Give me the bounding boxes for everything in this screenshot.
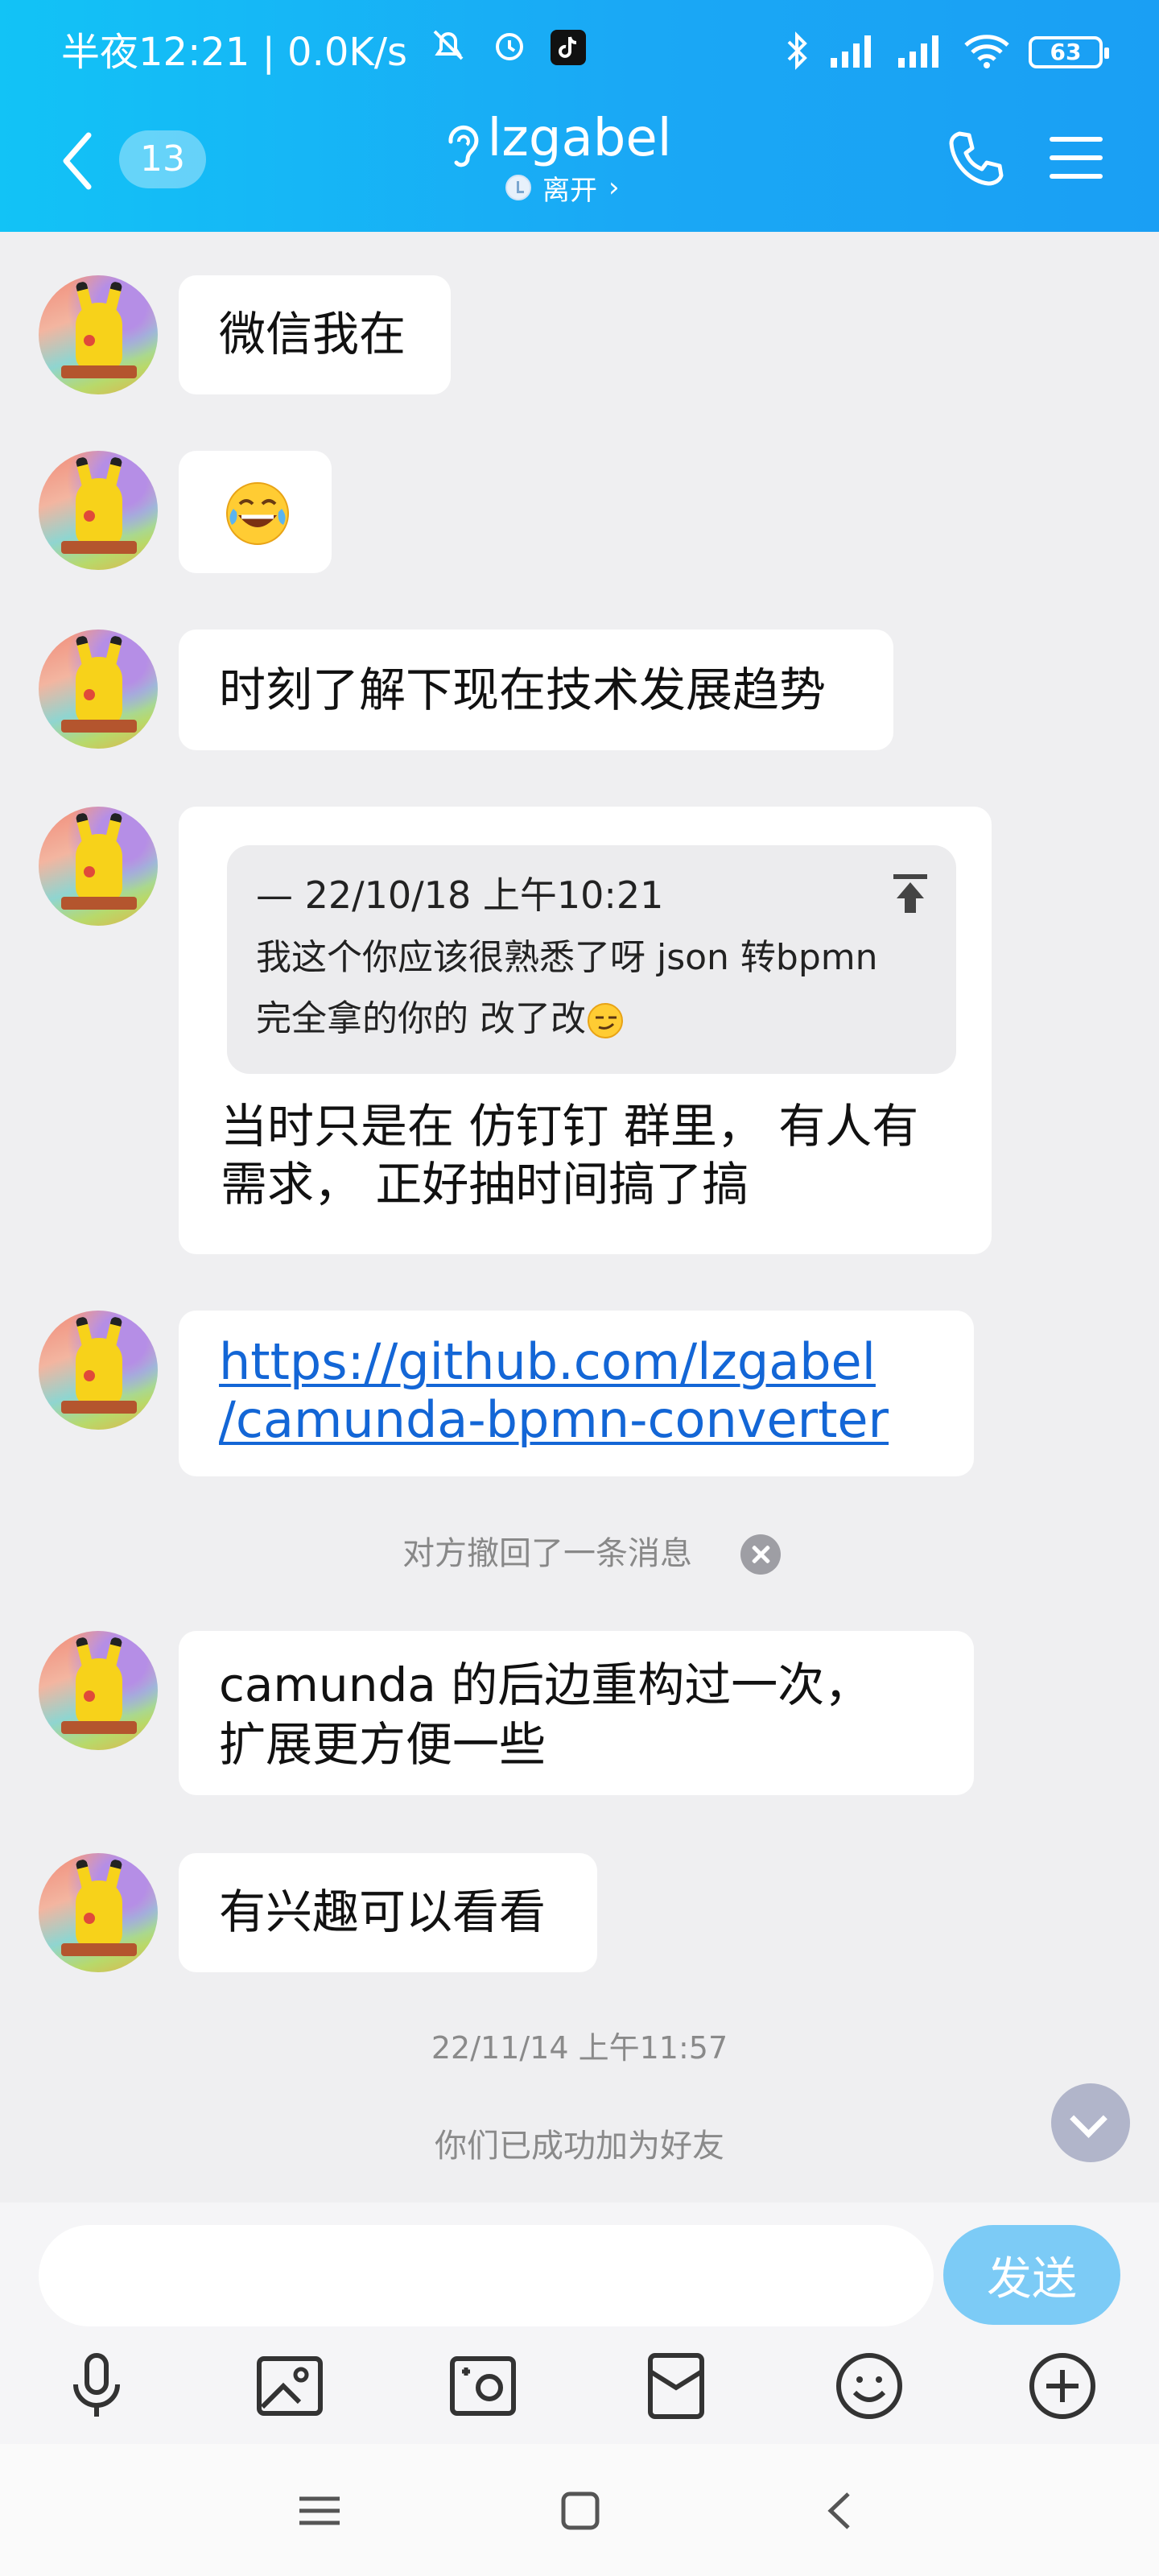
phone-icon[interactable] bbox=[947, 129, 1006, 188]
message-text: 时刻了解下现在技术发展趋势 bbox=[219, 663, 827, 717]
scroll-down-button[interactable] bbox=[1051, 2083, 1130, 2162]
chat-header: 半夜12:21 | 0.0K/s 63 13 lzgabel 离开 › bbox=[0, 0, 1159, 232]
quote-meta: — 22/10/18 上午10:21 bbox=[256, 873, 664, 917]
message-text: 微信我在 bbox=[219, 307, 406, 361]
message-bubble[interactable] bbox=[179, 451, 332, 573]
avatar[interactable] bbox=[39, 1853, 158, 1972]
bluetooth-icon bbox=[786, 31, 810, 74]
send-button[interactable]: 发送 bbox=[943, 2225, 1120, 2325]
avatar[interactable] bbox=[39, 630, 158, 749]
red-packet-icon[interactable] bbox=[637, 2347, 715, 2425]
camera-icon[interactable] bbox=[444, 2347, 522, 2425]
message-text-line: camunda 的后边重构过一次， bbox=[219, 1657, 872, 1712]
emoji-icon[interactable] bbox=[831, 2347, 908, 2425]
message-text-line: 当时只是在 仿钉钉 群里， 有人有 bbox=[221, 1099, 919, 1154]
recalled-message-notice: 对方撤回了一条消息 bbox=[0, 1530, 1159, 1578]
menu-icon[interactable] bbox=[291, 2483, 348, 2539]
message-bubble[interactable]: 有兴趣可以看看 bbox=[179, 1853, 597, 1972]
avatar[interactable] bbox=[39, 807, 158, 926]
clock-icon bbox=[505, 175, 531, 200]
system-nav-bar bbox=[0, 2444, 1159, 2576]
message-bubble[interactable]: camunda 的后边重构过一次， 扩展更方便一些 bbox=[179, 1631, 974, 1795]
quote-text-line: 我这个你应该很熟悉了呀 json 转bpmn bbox=[256, 937, 878, 978]
image-icon[interactable] bbox=[251, 2347, 328, 2425]
alarm-icon bbox=[489, 24, 530, 80]
message-bubble[interactable]: https://github.com/lzgabel /camunda-bpmn… bbox=[179, 1311, 974, 1476]
github-link[interactable]: https://github.com/lzgabel bbox=[219, 1333, 934, 1391]
menu-icon[interactable] bbox=[1050, 134, 1103, 182]
contact-name[interactable]: lzgabel bbox=[488, 106, 672, 171]
avatar[interactable] bbox=[39, 451, 158, 570]
quote-text-line: 完全拿的你的 改了改 bbox=[256, 998, 586, 1039]
wifi-icon bbox=[963, 32, 1011, 72]
signal-icon bbox=[827, 32, 877, 72]
status-bar: 半夜12:21 | 0.0K/s 63 bbox=[0, 24, 1159, 80]
laughing-tears-emoji-icon bbox=[226, 482, 289, 545]
recall-text: 对方撤回了一条消息 bbox=[402, 1535, 692, 1572]
presence-label: 离开 bbox=[542, 174, 597, 207]
microphone-icon[interactable] bbox=[58, 2347, 135, 2425]
avatar[interactable] bbox=[39, 1311, 158, 1430]
avatar[interactable] bbox=[39, 1631, 158, 1750]
chat-timestamp: 22/11/14 上午11:57 bbox=[431, 2030, 728, 2066]
message-text: 有兴趣可以看看 bbox=[219, 1885, 547, 1939]
signal-icon bbox=[895, 32, 945, 72]
battery-level: 63 bbox=[1050, 39, 1082, 65]
network-speed: 0.0K/s bbox=[287, 30, 408, 75]
home-icon[interactable] bbox=[552, 2483, 608, 2539]
friend-added-notice: 你们已成功加为好友 bbox=[435, 2128, 724, 2165]
close-icon[interactable] bbox=[740, 1534, 781, 1575]
github-link[interactable]: /camunda-bpmn-converter bbox=[219, 1391, 934, 1449]
smirk-emoji-icon bbox=[588, 1003, 623, 1038]
status-time: 半夜12:21 bbox=[61, 30, 250, 75]
quoted-message[interactable]: — 22/10/18 上午10:21 我这个你应该很熟悉了呀 json 转bpm… bbox=[227, 845, 956, 1074]
message-bubble[interactable]: 微信我在 bbox=[179, 275, 451, 394]
message-text-line: 需求， 正好抽时间搞了搞 bbox=[221, 1157, 749, 1212]
message-input[interactable] bbox=[39, 2225, 934, 2326]
presence-status[interactable]: 离开 › bbox=[505, 169, 620, 207]
composer-toolbar bbox=[0, 2347, 1159, 2436]
mute-icon bbox=[428, 24, 468, 80]
message-text-line: 扩展更方便一些 bbox=[219, 1717, 547, 1772]
back-icon[interactable] bbox=[813, 2483, 869, 2539]
avatar[interactable] bbox=[39, 275, 158, 394]
message-bubble[interactable]: 时刻了解下现在技术发展趋势 bbox=[179, 630, 893, 750]
plus-icon[interactable] bbox=[1024, 2347, 1101, 2425]
tiktok-icon bbox=[551, 24, 587, 80]
jump-to-top-icon[interactable] bbox=[892, 873, 929, 914]
chevron-right-icon: › bbox=[608, 171, 620, 204]
battery-icon: 63 bbox=[1029, 36, 1109, 68]
